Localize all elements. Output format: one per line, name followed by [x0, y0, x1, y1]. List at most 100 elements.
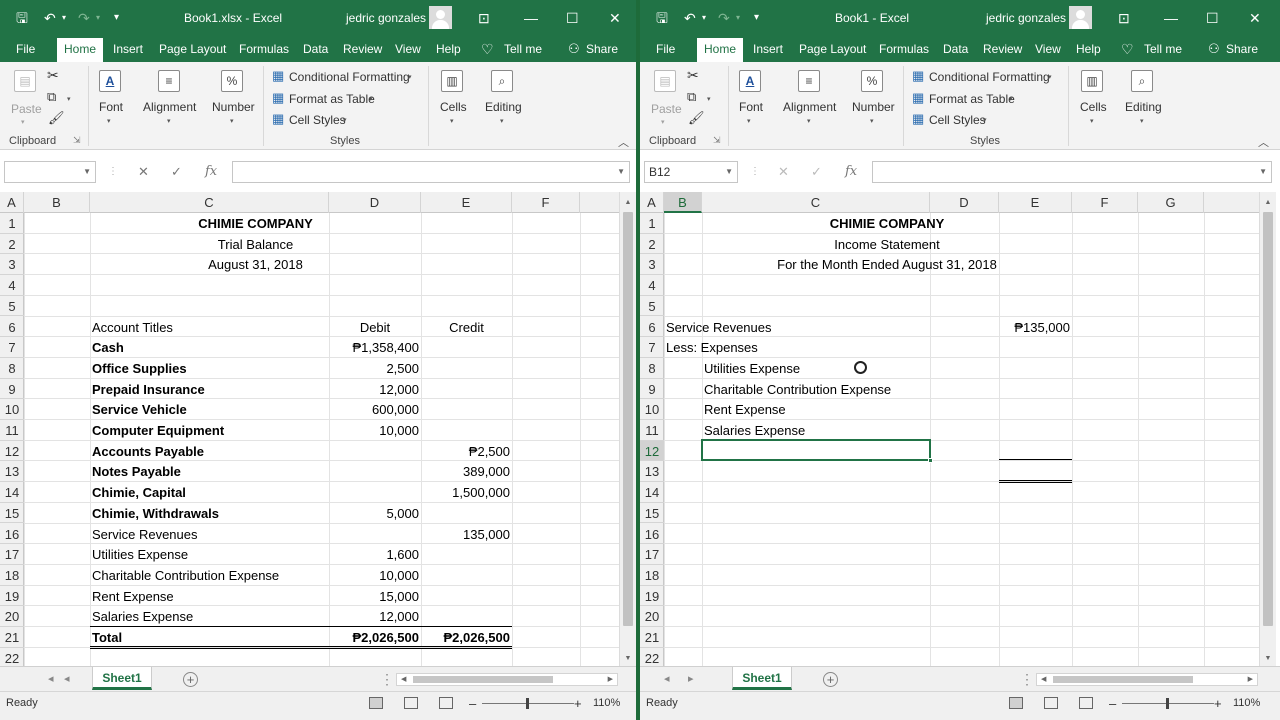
scroll-left-icon[interactable]: ◀: [1041, 673, 1046, 686]
credit-amount[interactable]: [421, 399, 512, 419]
debit-amount[interactable]: 12,000: [329, 379, 421, 399]
first-sheet-icon[interactable]: ◂: [664, 670, 670, 688]
font-dropdown-icon[interactable]: ▾: [107, 117, 111, 125]
autosave-icon[interactable]: 🖫: [656, 0, 668, 36]
zoom-out-icon[interactable]: –: [469, 692, 476, 715]
tab-help[interactable]: Help: [1076, 36, 1101, 62]
tab-formulas[interactable]: Formulas: [239, 36, 289, 62]
debit-amount[interactable]: [329, 524, 421, 544]
add-sheet-icon[interactable]: +: [823, 672, 838, 687]
row-header-21[interactable]: 21: [640, 627, 664, 648]
active-cell-b12[interactable]: [701, 438, 933, 464]
debit-amount[interactable]: [329, 461, 421, 481]
row-header-19[interactable]: 19: [0, 586, 24, 607]
row-header-9[interactable]: 9: [0, 379, 24, 400]
tab-help[interactable]: Help: [436, 36, 461, 62]
next-sheet-icon[interactable]: ▸: [688, 670, 694, 688]
debit-amount[interactable]: 1,600: [329, 544, 421, 564]
row-header-16[interactable]: 16: [0, 524, 24, 545]
conditional-formatting-button[interactable]: Conditional Formatting: [929, 70, 1050, 84]
format-as-table-button[interactable]: Format as Table: [289, 92, 375, 106]
column-header-b[interactable]: B: [24, 192, 90, 213]
page-layout-view-icon[interactable]: [1044, 697, 1058, 709]
avatar[interactable]: [1069, 6, 1092, 29]
row-header-3[interactable]: 3: [640, 254, 664, 276]
alignment-dropdown-icon[interactable]: ▾: [807, 117, 811, 125]
row-header-1[interactable]: 1: [0, 213, 24, 234]
scroll-down-icon[interactable]: ▼: [1260, 652, 1276, 666]
row-header-4[interactable]: 4: [0, 275, 24, 296]
row-header-2[interactable]: 2: [0, 234, 24, 255]
cells-button[interactable]: Cells: [1080, 100, 1107, 114]
column-header-g[interactable]: G: [1138, 192, 1204, 213]
scroll-right-icon[interactable]: ▶: [1248, 673, 1253, 686]
row-header-4[interactable]: 4: [640, 275, 664, 296]
row-header-13[interactable]: 13: [640, 461, 664, 483]
column-header-d[interactable]: D: [930, 192, 999, 213]
tab-data[interactable]: Data: [943, 36, 968, 62]
zoom-in-icon[interactable]: +: [1214, 692, 1222, 715]
normal-view-icon[interactable]: [369, 697, 383, 709]
debit-amount[interactable]: 10,000: [329, 420, 421, 440]
account-title[interactable]: Computer Equipment: [90, 420, 329, 440]
row-header-10[interactable]: 10: [640, 399, 664, 420]
close-icon[interactable]: ✕: [1249, 0, 1261, 36]
sheet-tab-sheet1[interactable]: Sheet1: [732, 667, 792, 690]
row-header-5[interactable]: 5: [640, 296, 664, 317]
row-header-11[interactable]: 11: [640, 420, 664, 441]
tab-review[interactable]: Review: [343, 36, 382, 62]
undo-icon[interactable]: ↶: [684, 0, 696, 36]
zoom-out-icon[interactable]: –: [1109, 692, 1116, 715]
row-header-17[interactable]: 17: [640, 544, 664, 565]
horizontal-scrollbar[interactable]: ◀ ▶: [396, 673, 618, 686]
column-header-f[interactable]: F: [1072, 192, 1138, 213]
scroll-up-icon[interactable]: ▲: [620, 196, 636, 210]
account-title[interactable]: Charitable Contribution Expense: [90, 565, 329, 585]
name-box-dropdown-icon[interactable]: ▼: [725, 162, 733, 182]
copy-icon[interactable]: ⧉: [47, 89, 56, 105]
row-header-15[interactable]: 15: [0, 503, 24, 524]
zoom-slider-thumb[interactable]: [1166, 698, 1169, 709]
debit-amount[interactable]: 600,000: [329, 399, 421, 419]
row-header-14[interactable]: 14: [0, 482, 24, 503]
row-header-9[interactable]: 9: [640, 379, 664, 400]
ribbon-display-options-icon[interactable]: ⊡: [1118, 0, 1130, 36]
expense-item[interactable]: Charitable Contribution Expense: [702, 379, 930, 399]
total-credit[interactable]: ₱2,026,500: [421, 627, 512, 647]
row-header-7[interactable]: 7: [0, 337, 24, 358]
editing-button[interactable]: Editing: [1125, 100, 1162, 114]
credit-amount[interactable]: 135,000: [421, 524, 512, 544]
tell-me-search[interactable]: Tell me: [1144, 36, 1182, 62]
row-header-19[interactable]: 19: [640, 586, 664, 607]
ribbon-display-options-icon[interactable]: ⊡: [478, 0, 490, 36]
page-break-view-icon[interactable]: [439, 697, 453, 709]
vertical-scroll-thumb[interactable]: [1263, 212, 1273, 626]
row-header-18[interactable]: 18: [0, 565, 24, 586]
row-header-20[interactable]: 20: [640, 606, 664, 627]
collapse-ribbon-icon[interactable]: ︿: [1258, 134, 1269, 150]
number-button[interactable]: Number: [212, 100, 255, 114]
editing-dropdown-icon[interactable]: ▾: [1140, 117, 1144, 125]
tab-view[interactable]: View: [395, 36, 421, 62]
credit-amount[interactable]: 1,500,000: [421, 482, 512, 502]
row-header-20[interactable]: 20: [0, 606, 24, 627]
account-title[interactable]: Cash: [90, 337, 329, 357]
account-title[interactable]: Notes Payable: [90, 461, 329, 481]
first-sheet-icon[interactable]: ◂: [48, 670, 54, 688]
tab-insert[interactable]: Insert: [753, 36, 783, 62]
row-header-11[interactable]: 11: [0, 420, 24, 441]
cells-button[interactable]: Cells: [440, 100, 467, 114]
cell-styles-dropdown-icon[interactable]: ▾: [983, 116, 987, 124]
tab-home[interactable]: Home: [697, 38, 744, 62]
name-box-dropdown-icon[interactable]: ▼: [83, 162, 91, 182]
close-icon[interactable]: ✕: [609, 0, 621, 36]
expense-item[interactable]: Salaries Expense: [702, 420, 930, 440]
minimize-icon[interactable]: —: [524, 0, 538, 36]
credit-amount[interactable]: [421, 337, 512, 357]
expense-item[interactable]: Rent Expense: [702, 399, 930, 419]
vertical-scrollbar[interactable]: ▲ ▼: [619, 192, 636, 666]
row-header-2[interactable]: 2: [640, 234, 664, 255]
credit-amount[interactable]: ₱2,500: [421, 441, 512, 461]
cut-icon[interactable]: ✂: [687, 67, 699, 84]
worksheet-grid[interactable]: ABCDEF 1 2 3 4 5 6 7 8 9 10 11 12 13 14 15 16 17 18 19 20 21…: [0, 192, 619, 666]
